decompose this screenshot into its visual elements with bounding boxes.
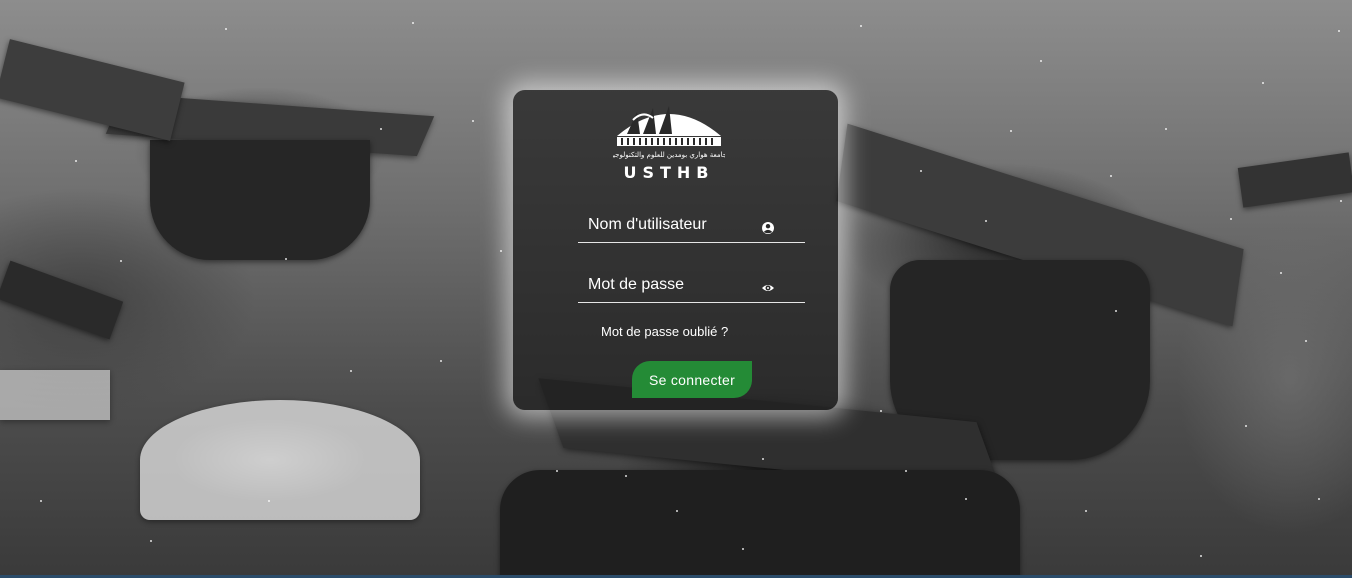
login-card: جامعة هواري بومدين للعلوم والتكنولوجيا U…	[513, 90, 838, 410]
usthb-logo: جامعة هواري بومدين للعلوم والتكنولوجيا U…	[613, 106, 725, 180]
graduation-cap-shape	[150, 140, 370, 260]
username-input[interactable]	[578, 210, 768, 240]
svg-text:جامعة هواري بومدين للعلوم والت: جامعة هواري بومدين للعلوم والتكنولوجيا	[613, 151, 725, 159]
graduation-cap-shape	[0, 39, 185, 141]
graduation-cap-shape	[140, 400, 420, 520]
graduation-cap-shape	[0, 260, 124, 340]
password-field	[578, 270, 805, 303]
graduation-cap-shape	[500, 470, 1020, 578]
user-circle-icon	[762, 222, 774, 234]
login-button[interactable]: Se connecter	[632, 361, 752, 398]
eye-icon[interactable]	[761, 281, 775, 295]
graduation-cap-shape	[1237, 152, 1352, 208]
graduation-cap-shape	[0, 370, 110, 420]
forgot-password-link[interactable]: Mot de passe oublié ?	[601, 324, 728, 339]
username-field	[578, 210, 805, 243]
svg-text:USTHB: USTHB	[623, 163, 714, 180]
password-input[interactable]	[578, 270, 768, 300]
